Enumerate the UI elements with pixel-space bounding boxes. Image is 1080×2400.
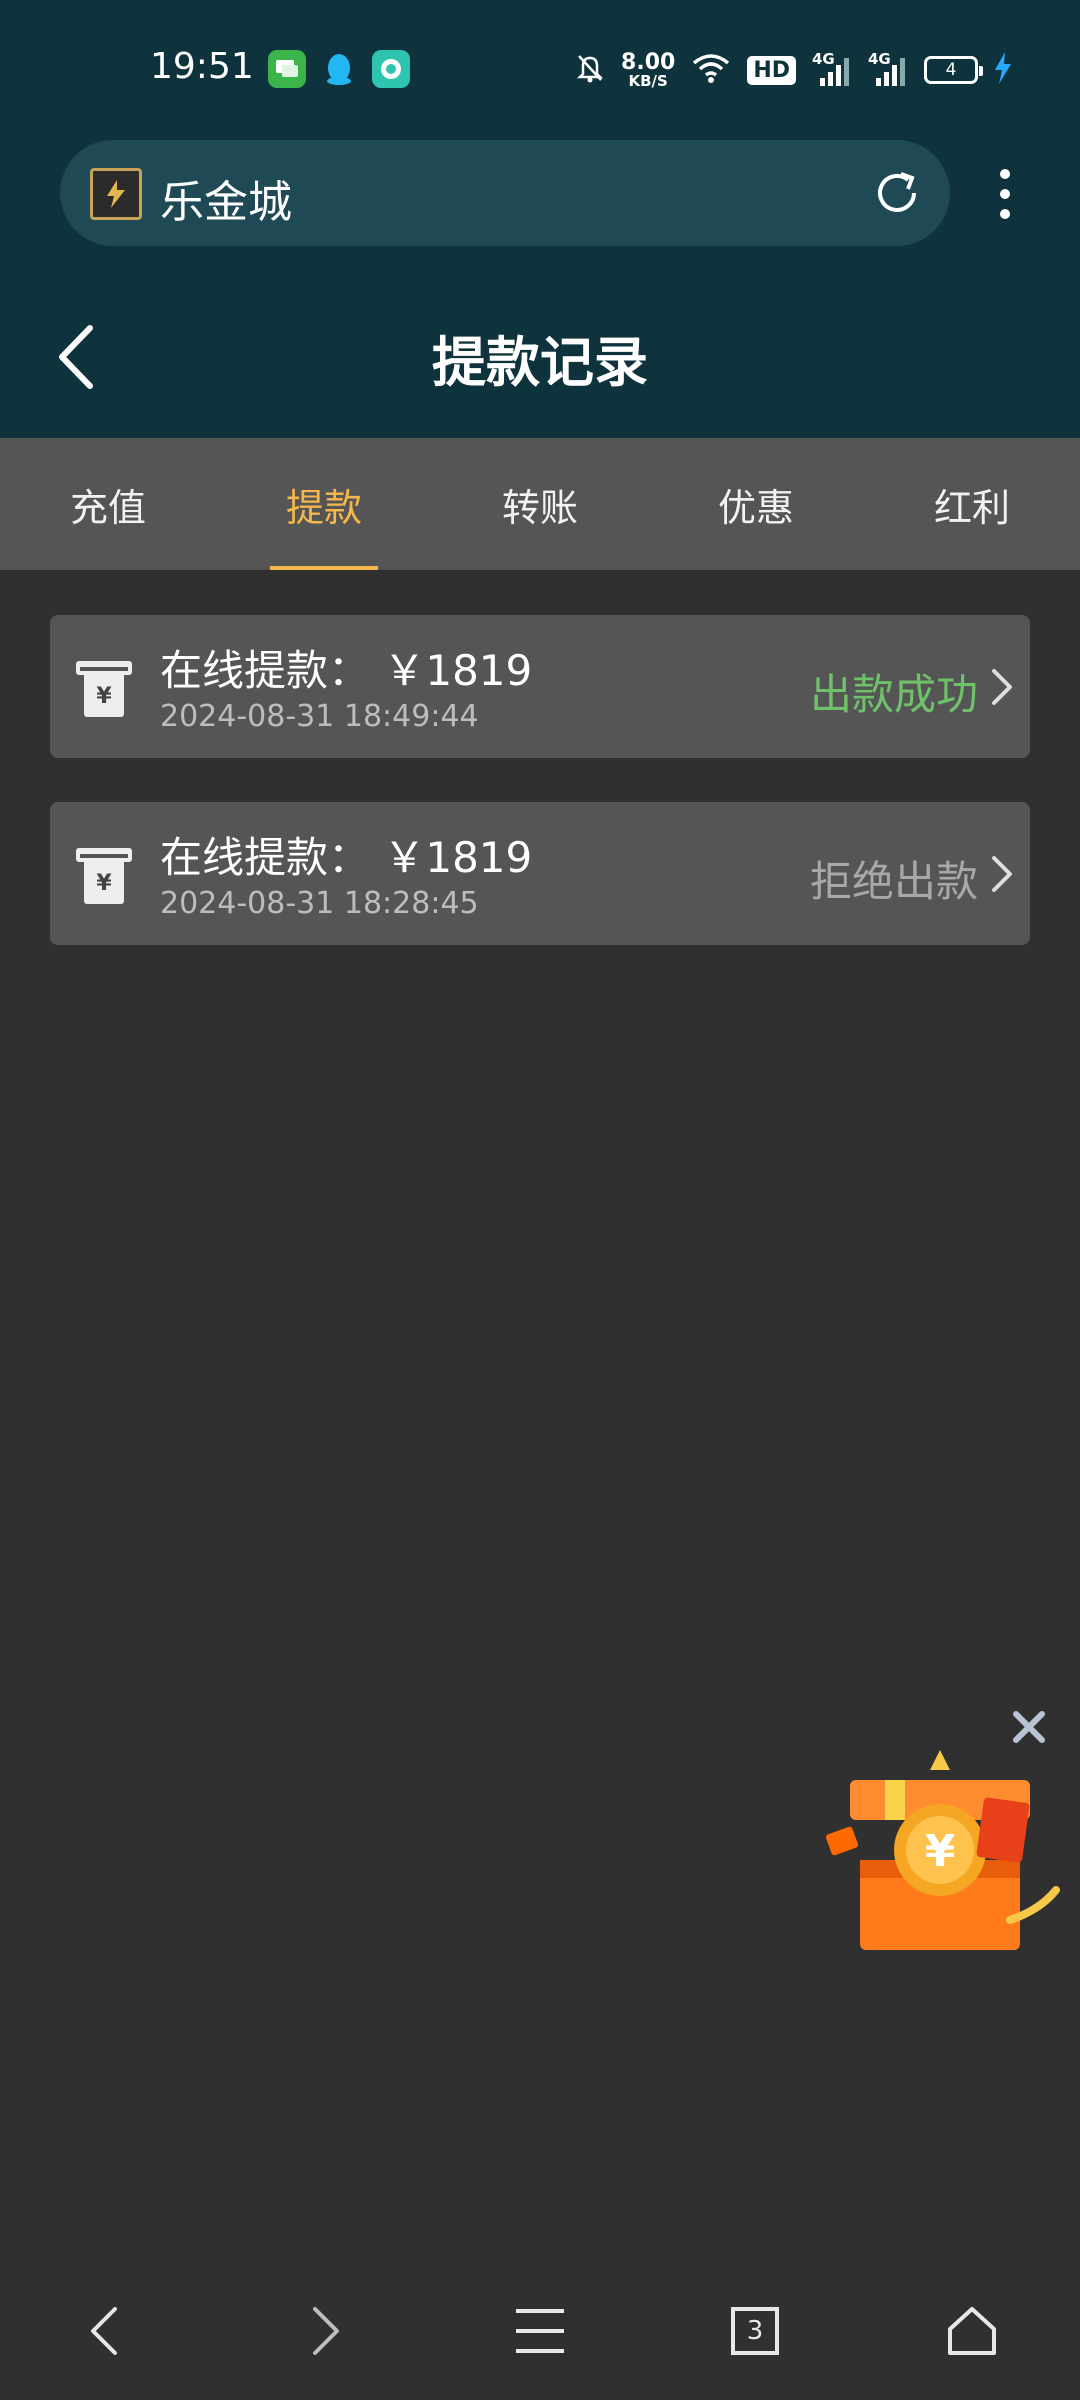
status-bar: 19:51 8.00 KB/S HD 4G 4G 4 — [0, 30, 1080, 112]
chevron-right-icon — [988, 852, 1016, 896]
qq-icon — [320, 50, 358, 88]
site-name: 乐金城 — [160, 177, 292, 228]
nav-tabs-button[interactable]: 3 — [720, 2296, 790, 2366]
withdrawal-record-item[interactable]: ¥ 在线提款： ￥1819 2024-08-31 18:49:44 出款成功 — [50, 615, 1030, 758]
record-datetime: 2024-08-31 18:28:45 — [160, 886, 479, 921]
site-logo-icon — [90, 168, 142, 220]
record-title: 在线提款： ￥1819 — [160, 833, 533, 882]
tab-promotion[interactable]: 优惠 — [648, 438, 864, 570]
signal-icon-sim2: 4G — [868, 50, 908, 88]
record-status: 拒绝出款 — [809, 857, 978, 906]
nav-forward-icon[interactable] — [290, 2296, 360, 2366]
record-title: 在线提款： ￥1819 — [160, 646, 533, 695]
atm-cash-icon: ¥ — [74, 659, 134, 721]
more-menu-icon[interactable] — [990, 164, 1020, 224]
chevron-right-icon — [988, 665, 1016, 709]
nav-home-icon[interactable] — [937, 2296, 1007, 2366]
tab-deposit[interactable]: 充值 — [0, 438, 216, 570]
message-app-icon — [268, 50, 306, 88]
svg-text:¥: ¥ — [96, 684, 112, 709]
withdrawal-record-list: ¥ 在线提款： ￥1819 2024-08-31 18:49:44 出款成功 ¥… — [50, 615, 1030, 989]
charging-bolt-icon — [994, 52, 1012, 88]
network-speed: 8.00 KB/S — [621, 49, 676, 90]
svg-text:¥: ¥ — [96, 871, 112, 896]
page-header: 提款记录 — [0, 300, 1080, 410]
hd-badge: HD — [747, 55, 796, 85]
record-datetime: 2024-08-31 18:49:44 — [160, 699, 479, 734]
record-status: 出款成功 — [809, 670, 978, 719]
signal-icon-sim1: 4G — [812, 50, 852, 88]
atm-cash-icon: ¥ — [74, 846, 134, 908]
chat-app-icon — [372, 50, 410, 88]
top-header-area: 19:51 8.00 KB/S HD 4G 4G 4 乐金城 提款记录 — [0, 0, 1080, 438]
address-bar[interactable]: 乐金城 — [60, 140, 950, 246]
wifi-icon — [691, 52, 731, 88]
tab-withdraw[interactable]: 提款 — [216, 438, 432, 570]
nav-back-icon[interactable] — [70, 2296, 140, 2366]
svg-text:¥: ¥ — [925, 1826, 956, 1877]
battery-icon: 4 — [924, 56, 983, 84]
tab-bonus[interactable]: 红利 — [864, 438, 1080, 570]
tab-count: 3 — [731, 2307, 779, 2355]
reload-icon[interactable] — [870, 166, 924, 220]
record-type-tabs: 充值 提款 转账 优惠 红利 — [0, 438, 1080, 570]
status-icons: 8.00 KB/S HD 4G 4G 4 — [575, 48, 1012, 92]
gift-box-promo-icon[interactable]: ¥ — [820, 1740, 1060, 1960]
tab-transfer[interactable]: 转账 — [432, 438, 648, 570]
status-time: 19:51 — [150, 46, 254, 87]
withdrawal-record-item[interactable]: ¥ 在线提款： ￥1819 2024-08-31 18:28:45 拒绝出款 — [50, 802, 1030, 945]
browser-bottom-nav: 3 — [0, 2260, 1080, 2400]
page-title: 提款记录 — [432, 331, 648, 394]
mute-bell-icon — [575, 52, 605, 88]
nav-menu-icon[interactable] — [505, 2296, 575, 2366]
